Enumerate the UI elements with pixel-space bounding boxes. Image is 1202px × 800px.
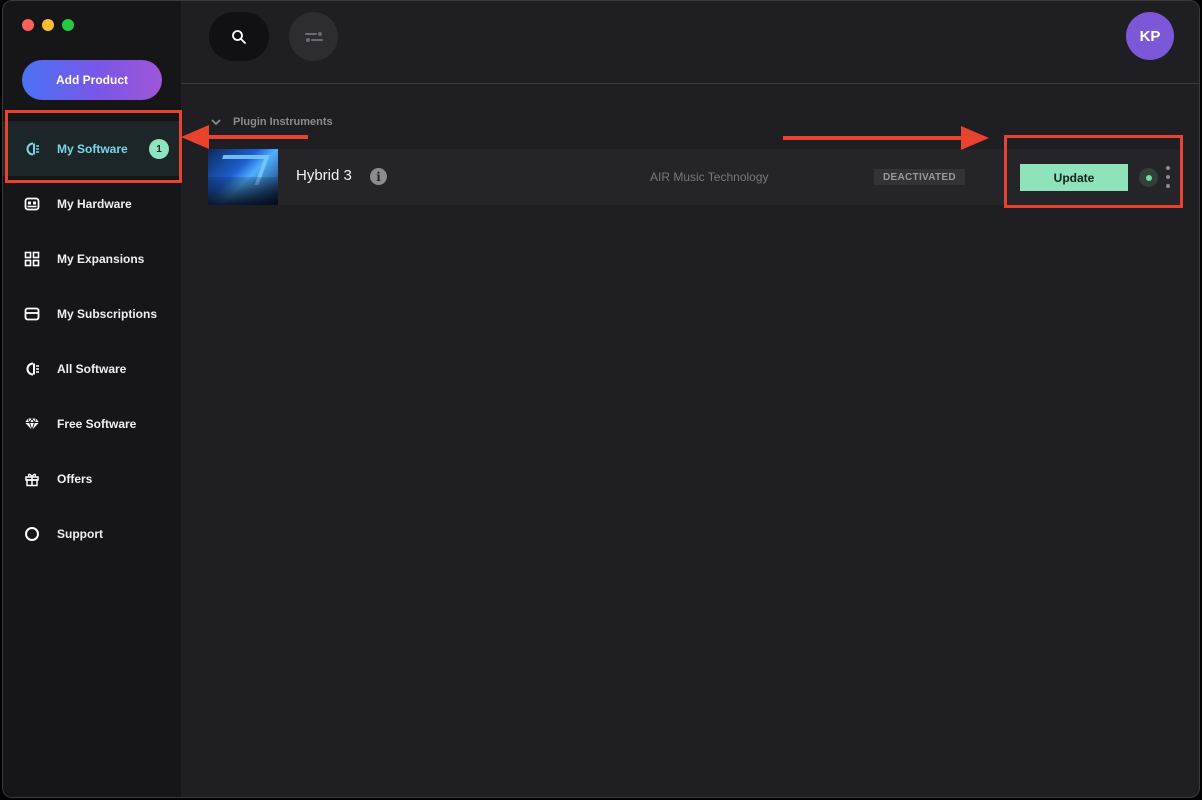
sidebar-item-offers[interactable]: Offers [3,451,181,506]
software-icon [23,360,41,378]
gift-icon [23,470,41,488]
sidebar-item-my-expansions[interactable]: My Expansions [3,231,181,286]
product-thumbnail [208,149,278,205]
sidebar-item-label: My Subscriptions [57,306,158,321]
close-window-button[interactable] [22,19,34,31]
search-button[interactable] [209,12,269,61]
annotation-box-update [1004,135,1183,208]
minimize-window-button[interactable] [42,19,54,31]
sidebar-item-label: Offers [57,471,93,486]
sidebar-item-my-subscriptions[interactable]: My Subscriptions [3,286,181,341]
sidebar-nav: My Software 1 My Hardware My Expansions [3,121,181,561]
sidebar-item-my-hardware[interactable]: My Hardware [3,176,181,231]
product-name: Hybrid 3 [296,167,352,184]
sidebar-item-label: All Software [57,361,127,376]
sidebar-item-all-software[interactable]: All Software [3,341,181,396]
circle-icon [23,525,41,543]
user-avatar[interactable]: KP [1126,12,1174,60]
sidebar-item-label: My Hardware [57,196,132,211]
filter-button[interactable] [289,12,338,61]
status-badge: DEACTIVATED [874,169,965,185]
sidebar-item-free-software[interactable]: Free Software [3,396,181,451]
card-icon [23,305,41,323]
annotation-arrow-right [783,126,989,150]
search-icon [232,29,246,44]
grid-icon [23,250,41,268]
app-window: Add Product My Software 1 My Hardware My… [2,0,1200,798]
sliders-icon [304,31,323,42]
product-vendor: AIR Music Technology [650,170,769,184]
sidebar-item-label: Support [57,526,103,541]
add-product-button[interactable]: Add Product [22,60,162,100]
hardware-icon [23,195,41,213]
zoom-window-button[interactable] [62,19,74,31]
window-controls [22,19,74,31]
annotation-box-my-software [5,110,182,183]
diamond-icon [23,415,41,433]
sidebar-item-label: Free Software [57,416,137,431]
top-bar: KP [181,1,1199,84]
sidebar-item-label: My Expansions [57,251,145,266]
sidebar-item-support[interactable]: Support [3,506,181,561]
info-icon[interactable]: i [370,168,387,185]
annotation-arrow-left [181,125,308,149]
